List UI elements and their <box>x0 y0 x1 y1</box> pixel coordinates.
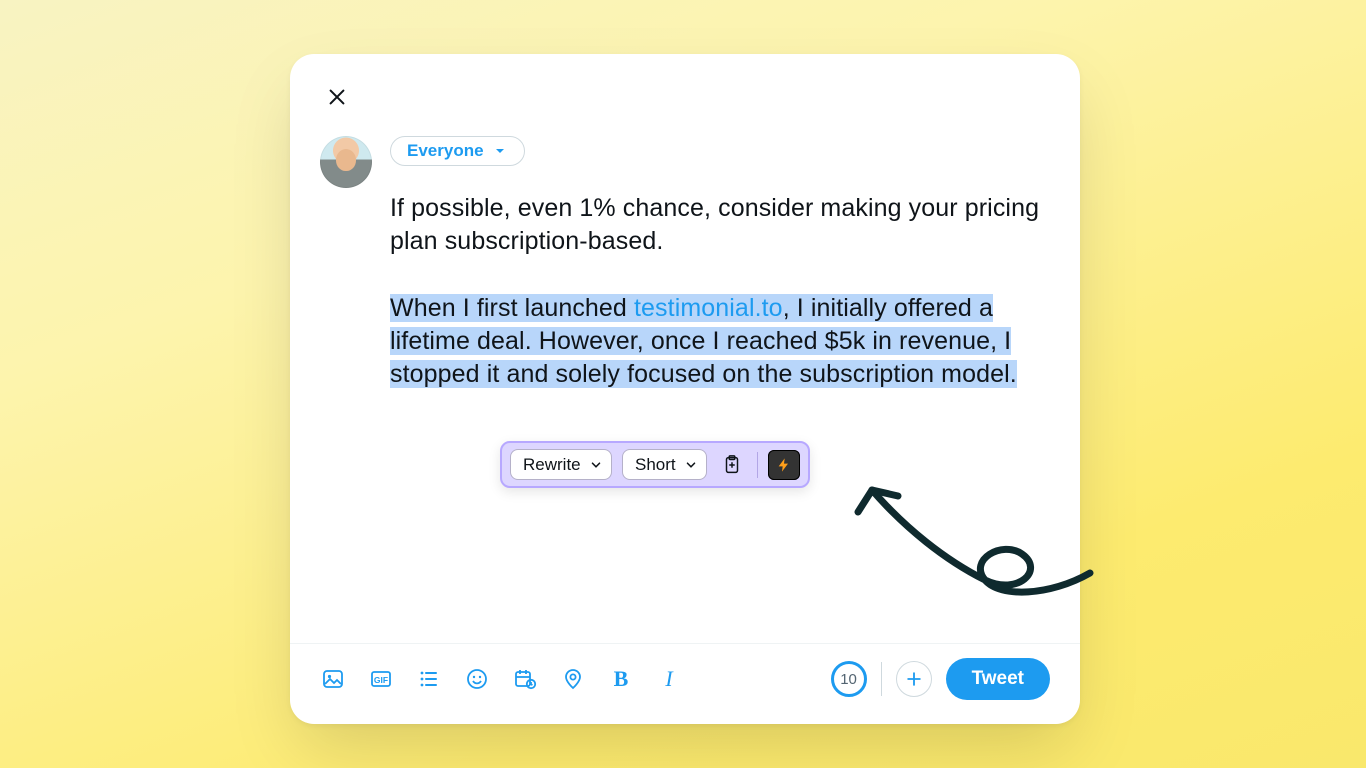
audience-selector[interactable]: Everyone <box>390 136 525 166</box>
ai-length-select[interactable]: Short <box>622 449 707 480</box>
close-icon <box>326 86 348 108</box>
audience-label: Everyone <box>407 141 484 161</box>
tweet-paragraph-2: When I first launched testimonial.to, I … <box>390 292 1050 391</box>
divider <box>757 452 758 478</box>
compose-toolbar: GIF B I 10 <box>320 644 1050 700</box>
media-icon[interactable] <box>320 666 346 692</box>
ai-mode-select[interactable]: Rewrite <box>510 449 612 480</box>
gif-icon[interactable]: GIF <box>368 666 394 692</box>
close-button[interactable] <box>320 80 354 114</box>
page-background: Everyone If possible, even 1% chance, co… <box>0 0 1366 768</box>
bold-icon[interactable]: B <box>608 666 634 692</box>
character-count-ring: 10 <box>831 661 867 697</box>
tweet-paragraph-1: If possible, even 1% chance, consider ma… <box>390 192 1050 258</box>
plus-icon <box>904 669 924 689</box>
divider <box>881 662 882 696</box>
selected-text-link[interactable]: testimonial.to <box>634 294 783 322</box>
character-count-value: 10 <box>840 671 857 688</box>
chevron-down-icon <box>492 143 508 159</box>
ai-copy-button[interactable] <box>717 450 747 480</box>
lightning-icon <box>776 457 792 473</box>
location-icon[interactable] <box>560 666 586 692</box>
add-thread-button[interactable] <box>896 661 932 697</box>
tweet-button[interactable]: Tweet <box>946 658 1050 700</box>
ai-rewrite-toolbar[interactable]: Rewrite Short <box>500 441 810 488</box>
avatar <box>320 136 372 188</box>
poll-icon[interactable] <box>416 666 442 692</box>
ai-run-button[interactable] <box>768 450 800 480</box>
tweet-text-area[interactable]: If possible, even 1% chance, consider ma… <box>390 192 1050 391</box>
compose-tweet-modal: Everyone If possible, even 1% chance, co… <box>290 54 1080 724</box>
svg-text:GIF: GIF <box>374 675 388 685</box>
clipboard-plus-icon <box>721 454 743 476</box>
italic-icon[interactable]: I <box>656 666 682 692</box>
selected-text-segment: When I first launched <box>390 294 634 322</box>
schedule-icon[interactable] <box>512 666 538 692</box>
emoji-icon[interactable] <box>464 666 490 692</box>
